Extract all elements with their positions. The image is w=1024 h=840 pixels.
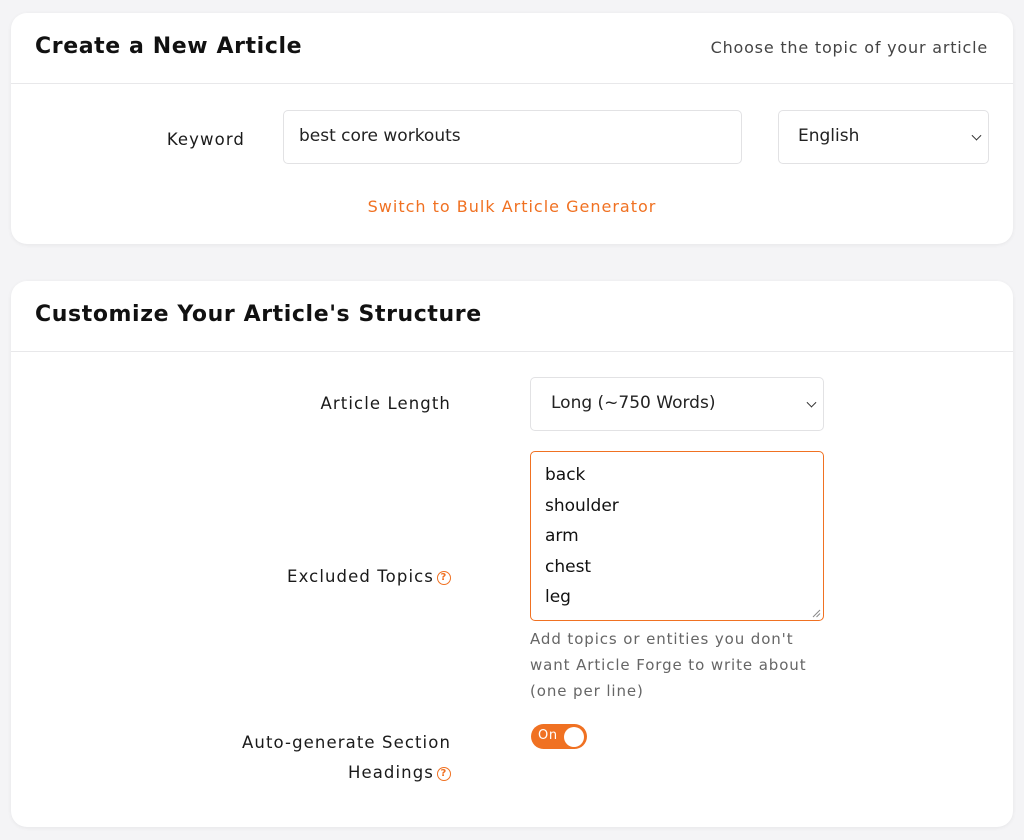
article-length-value: Long (~750 Words): [551, 393, 716, 413]
excluded-topic-line: arm: [545, 526, 579, 546]
chevron-down-icon: [971, 130, 982, 141]
excluded-topic-line: back: [545, 465, 586, 485]
structure-title: Customize Your Article's Structure: [35, 302, 482, 327]
excluded-topic-line: chest: [545, 556, 592, 577]
excluded-topics-hint: Add topics or entities you don't want Ar…: [530, 630, 807, 700]
auto-headings-label-line1: Auto-generate Section: [242, 733, 451, 752]
excluded-topics-textarea[interactable]: back shoulder arm chest leg: [530, 451, 824, 621]
toggle-state-label: On: [538, 728, 558, 743]
article-length-select[interactable]: Long (~750 Words): [530, 377, 824, 431]
create-article-card: Create a New Article Choose the topic of…: [11, 13, 1013, 244]
create-article-header: Create a New Article Choose the topic of…: [11, 13, 1013, 84]
keyword-label: Keyword: [166, 130, 245, 149]
language-select-value: English: [798, 126, 860, 146]
toggle-knob: [564, 726, 584, 747]
language-select[interactable]: English: [778, 110, 989, 164]
keyword-input-value: best core workouts: [299, 126, 461, 146]
bulk-generator-link[interactable]: Switch to Bulk Article Generator: [11, 197, 1013, 216]
excluded-topic-line: shoulder: [545, 495, 619, 516]
structure-card: Customize Your Article's Structure Artic…: [11, 281, 1013, 827]
auto-headings-label-line2: Headings?: [161, 758, 451, 788]
article-length-label: Article Length: [320, 394, 451, 413]
help-circle-icon[interactable]: ?: [437, 571, 451, 585]
auto-headings-toggle[interactable]: On: [531, 724, 587, 749]
create-article-subtitle: Choose the topic of your article: [710, 38, 988, 57]
excluded-topics-label-text: Excluded Topics: [287, 567, 434, 586]
excluded-topic-line: leg: [545, 587, 571, 607]
keyword-input[interactable]: best core workouts: [283, 110, 742, 164]
structure-header: Customize Your Article's Structure: [11, 281, 1013, 352]
auto-headings-label: Auto-generate Section Headings?: [161, 728, 451, 788]
auto-headings-label-line2-text: Headings: [347, 763, 434, 782]
chevron-down-icon: [806, 397, 817, 408]
excluded-topics-label: Excluded Topics?: [211, 567, 451, 586]
help-circle-icon[interactable]: ?: [437, 767, 451, 781]
create-article-title: Create a New Article: [35, 34, 303, 59]
resize-grip-icon[interactable]: [812, 609, 821, 618]
